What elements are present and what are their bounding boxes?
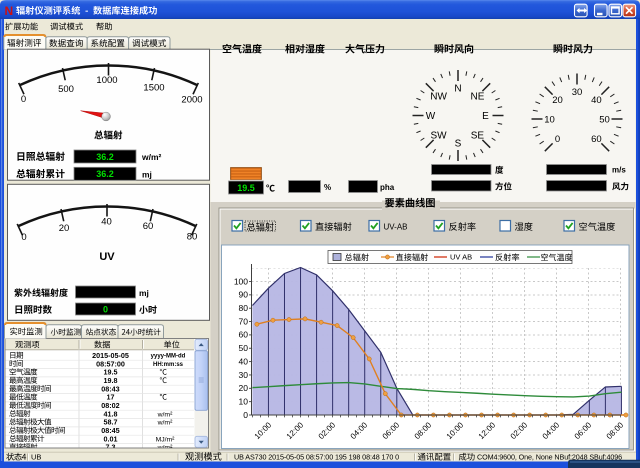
svg-text:70: 70 — [239, 316, 249, 326]
svg-text:60: 60 — [143, 221, 154, 232]
svg-text:10: 10 — [239, 396, 249, 406]
svg-text:yyyy-MM-dd: yyyy-MM-dd — [151, 354, 186, 360]
svg-text:w/m²: w/m² — [141, 152, 162, 162]
svg-text:UV: UV — [99, 251, 115, 263]
svg-text:0: 0 — [21, 94, 26, 105]
svg-text:36.2: 36.2 — [96, 152, 114, 162]
svg-text:S: S — [455, 139, 462, 150]
svg-text:MJ/m²: MJ/m² — [156, 436, 176, 443]
svg-text:2000: 2000 — [181, 95, 202, 106]
svg-text:N: N — [5, 4, 14, 18]
svg-text:0: 0 — [21, 232, 26, 243]
svg-text:20: 20 — [239, 383, 249, 393]
svg-text:NE: NE — [470, 92, 484, 103]
svg-text:0: 0 — [103, 305, 108, 315]
svg-text:UB: UB — [31, 453, 41, 462]
svg-text:pha: pha — [380, 183, 395, 192]
svg-text:30: 30 — [239, 370, 249, 380]
svg-text:90: 90 — [239, 290, 249, 300]
svg-text:W: W — [426, 111, 436, 122]
svg-text:20: 20 — [552, 95, 563, 106]
svg-text:HH:mm:ss: HH:mm:ss — [153, 362, 184, 368]
svg-text:SE: SE — [471, 130, 485, 141]
svg-text:%: % — [324, 183, 331, 192]
svg-text:1500: 1500 — [143, 83, 164, 94]
svg-text:0: 0 — [243, 410, 248, 420]
svg-text:500: 500 — [58, 84, 74, 95]
svg-text:UV AB: UV AB — [450, 253, 472, 262]
svg-text:30: 30 — [572, 87, 583, 98]
svg-text:80: 80 — [187, 232, 198, 243]
svg-text:50: 50 — [239, 343, 249, 353]
svg-text:40: 40 — [101, 217, 112, 228]
svg-text:w/m²: w/m² — [157, 411, 173, 418]
svg-text:100: 100 — [234, 276, 248, 286]
svg-text:80: 80 — [239, 303, 249, 313]
svg-text:w/m²: w/m² — [157, 420, 173, 427]
svg-text:UB AS730 2015-05-05 08:57:00 1: UB AS730 2015-05-05 08:57:00 195 198 08:… — [234, 453, 399, 462]
svg-text:1000: 1000 — [96, 75, 117, 86]
svg-text:N: N — [454, 84, 461, 95]
svg-text:36.2: 36.2 — [96, 169, 114, 179]
svg-text:60: 60 — [239, 330, 249, 340]
svg-text:20: 20 — [59, 223, 70, 234]
svg-text:mj: mj — [142, 169, 152, 179]
svg-text:E: E — [482, 111, 489, 122]
svg-text:50: 50 — [599, 115, 610, 126]
svg-text:0: 0 — [555, 134, 560, 145]
svg-text:19.5: 19.5 — [237, 183, 255, 193]
svg-text:SW: SW — [431, 130, 448, 141]
svg-text:40: 40 — [591, 95, 602, 106]
svg-text:40: 40 — [239, 356, 249, 366]
svg-text:mj: mj — [139, 288, 149, 298]
svg-text:60: 60 — [591, 134, 602, 145]
svg-text:UV-AB: UV-AB — [384, 223, 408, 232]
svg-text:m/s: m/s — [612, 166, 626, 175]
svg-text:10: 10 — [544, 115, 555, 126]
svg-text:NW: NW — [430, 92, 447, 103]
